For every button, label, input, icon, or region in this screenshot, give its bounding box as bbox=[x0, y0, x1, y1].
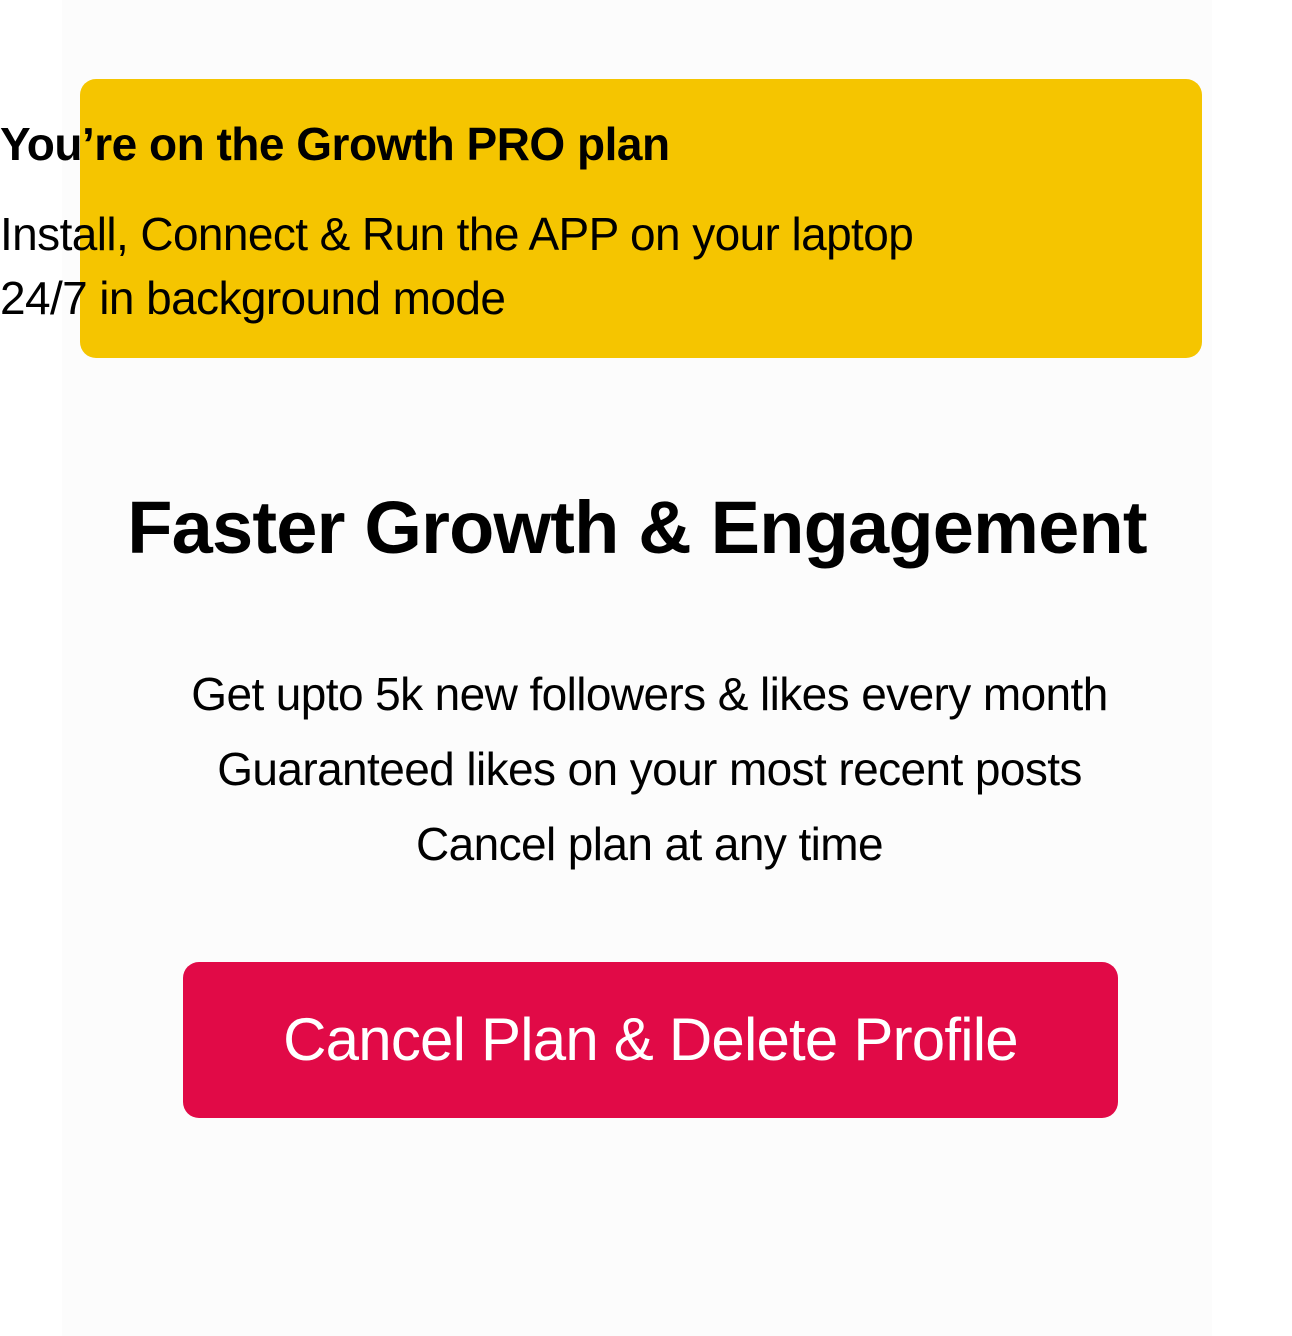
current-plan-instruction-line-1: Install, Connect & Run the APP on your l… bbox=[0, 208, 914, 260]
feature-item: Guaranteed likes on your most recent pos… bbox=[217, 743, 1082, 795]
cancel-plan-delete-profile-button[interactable]: Cancel Plan & Delete Profile bbox=[183, 962, 1118, 1118]
feature-item: Cancel plan at any time bbox=[416, 818, 884, 870]
page-headline: Faster Growth & Engagement bbox=[127, 486, 1147, 569]
current-plan-title: You’re on the Growth PRO plan bbox=[0, 118, 670, 170]
current-plan-instruction-line-2: 24/7 in background mode bbox=[0, 272, 506, 324]
feature-item: Get upto 5k new followers & likes every … bbox=[191, 668, 1108, 720]
